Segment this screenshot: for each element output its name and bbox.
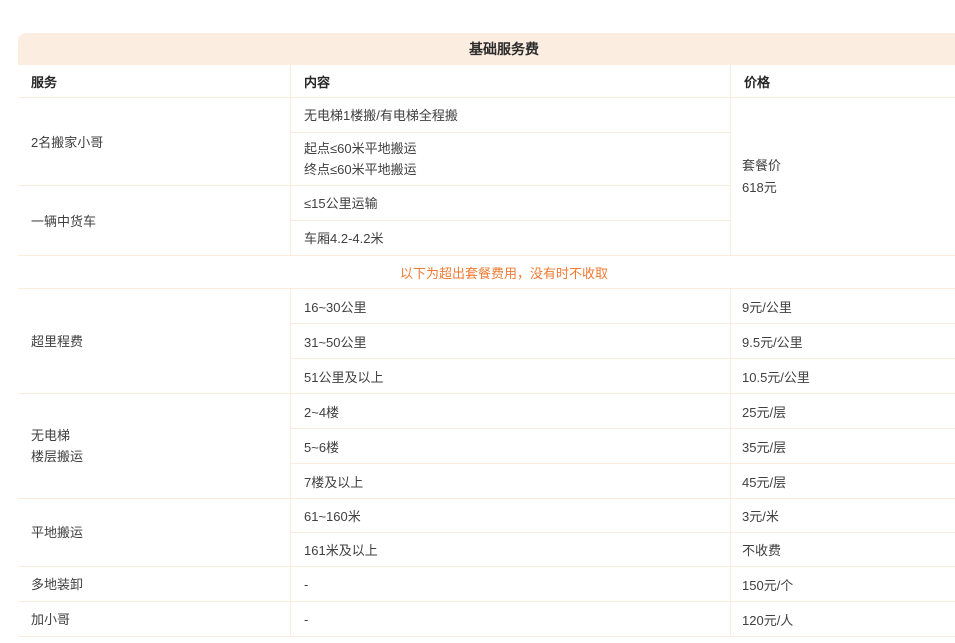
section-extra-mover: 加小哥 - 120元/人 (18, 602, 955, 637)
content-cell: 无电梯1楼搬/有电梯全程搬 (291, 98, 730, 133)
section-rows: - 150元/个 (290, 567, 955, 601)
pricing-table-card: 基础服务费 服务 内容 价格 2名搬家小哥 一辆中货车 无电梯1楼搬/有电梯全程… (18, 33, 955, 643)
section-rows: - 120元/人 (290, 602, 955, 636)
column-header-content: 内容 (290, 65, 730, 97)
content-cell: 51公里及以上 (290, 359, 730, 393)
service-line: 加小哥 (31, 609, 290, 630)
package-service-column: 2名搬家小哥 一辆中货车 (18, 98, 290, 255)
content-line: 车厢4.2-4.2米 (304, 228, 730, 249)
package-price-label: 套餐价 (742, 155, 955, 177)
service-line: 无电梯 (31, 425, 290, 446)
service-cell: 无电梯 楼层搬运 (18, 394, 290, 498)
price-cell: 35元/层 (730, 429, 955, 463)
table-row: - 150元/个 (290, 567, 955, 601)
price-cell: 10.5元/公里 (730, 359, 955, 393)
surcharge-notice-banner: 以下为超出套餐费用，没有时不收取 (18, 256, 955, 289)
price-cell: 不收费 (730, 533, 955, 566)
content-cell: 61~160米 (290, 499, 730, 532)
content-cell: ≤15公里运输 (291, 186, 730, 221)
content-cell: 161米及以上 (290, 533, 730, 566)
section-rows: 61~160米 3元/米 161米及以上 不收费 (290, 499, 955, 566)
content-cell: 车厢4.2-4.2米 (291, 221, 730, 255)
table-header-row: 服务 内容 价格 (18, 65, 955, 98)
service-cell: 平地搬运 (18, 499, 290, 566)
content-cell: 5~6楼 (290, 429, 730, 463)
content-line: 无电梯1楼搬/有电梯全程搬 (304, 105, 730, 126)
table-row: 31~50公里 9.5元/公里 (290, 324, 955, 359)
table-row: 161米及以上 不收费 (290, 533, 955, 566)
column-header-price: 价格 (730, 65, 955, 97)
price-cell: 45元/层 (730, 464, 955, 498)
content-cell: - (290, 567, 730, 601)
price-cell: 9.5元/公里 (730, 324, 955, 358)
service-cell: 超里程费 (18, 289, 290, 393)
section-multi-location: 多地装卸 - 150元/个 (18, 567, 955, 602)
price-cell: 150元/个 (730, 567, 955, 601)
service-line: 平地搬运 (31, 522, 290, 543)
service-cell: 加小哥 (18, 602, 290, 636)
package-content-column: 无电梯1楼搬/有电梯全程搬 起点≤60米平地搬运 终点≤60米平地搬运 ≤15公… (290, 98, 730, 255)
table-row: 7楼及以上 45元/层 (290, 464, 955, 498)
content-line: 终点≤60米平地搬运 (304, 159, 730, 180)
table-row: 2~4楼 25元/层 (290, 394, 955, 429)
price-cell: 9元/公里 (730, 289, 955, 323)
column-header-service: 服务 (18, 65, 290, 97)
service-line: 多地装卸 (31, 574, 290, 595)
service-cell: 2名搬家小哥 (18, 98, 290, 186)
content-cell: - (290, 602, 730, 636)
cutoff-row-strip (18, 637, 955, 643)
content-cell: 7楼及以上 (290, 464, 730, 498)
content-line: ≤15公里运输 (304, 193, 730, 214)
content-cell: 16~30公里 (290, 289, 730, 323)
section-rows: 2~4楼 25元/层 5~6楼 35元/层 7楼及以上 45元/层 (290, 394, 955, 498)
price-cell: 25元/层 (730, 394, 955, 428)
package-section: 2名搬家小哥 一辆中货车 无电梯1楼搬/有电梯全程搬 起点≤60米平地搬运 终点… (18, 98, 955, 256)
section-no-elevator-floors: 无电梯 楼层搬运 2~4楼 25元/层 5~6楼 35元/层 7楼及以上 45元… (18, 394, 955, 499)
service-line: 超里程费 (31, 331, 290, 352)
content-cell: 2~4楼 (290, 394, 730, 428)
service-line: 楼层搬运 (31, 446, 290, 467)
section-rows: 16~30公里 9元/公里 31~50公里 9.5元/公里 51公里及以上 10… (290, 289, 955, 393)
table-title: 基础服务费 (18, 33, 955, 65)
section-flat-ground: 平地搬运 61~160米 3元/米 161米及以上 不收费 (18, 499, 955, 567)
section-excess-mileage: 超里程费 16~30公里 9元/公里 31~50公里 9.5元/公里 51公里及… (18, 289, 955, 394)
table-row: 5~6楼 35元/层 (290, 429, 955, 464)
table-row: - 120元/人 (290, 602, 955, 636)
table-row: 61~160米 3元/米 (290, 499, 955, 533)
service-cell: 多地装卸 (18, 567, 290, 601)
service-cell: 一辆中货车 (18, 186, 290, 255)
price-cell: 3元/米 (730, 499, 955, 532)
content-cell: 31~50公里 (290, 324, 730, 358)
package-price-value: 618元 (742, 177, 955, 199)
content-line: 起点≤60米平地搬运 (304, 138, 730, 159)
price-cell: 120元/人 (730, 602, 955, 636)
package-price-cell: 套餐价 618元 (730, 98, 955, 255)
content-cell: 起点≤60米平地搬运 终点≤60米平地搬运 (291, 133, 730, 186)
table-row: 51公里及以上 10.5元/公里 (290, 359, 955, 393)
table-row: 16~30公里 9元/公里 (290, 289, 955, 324)
